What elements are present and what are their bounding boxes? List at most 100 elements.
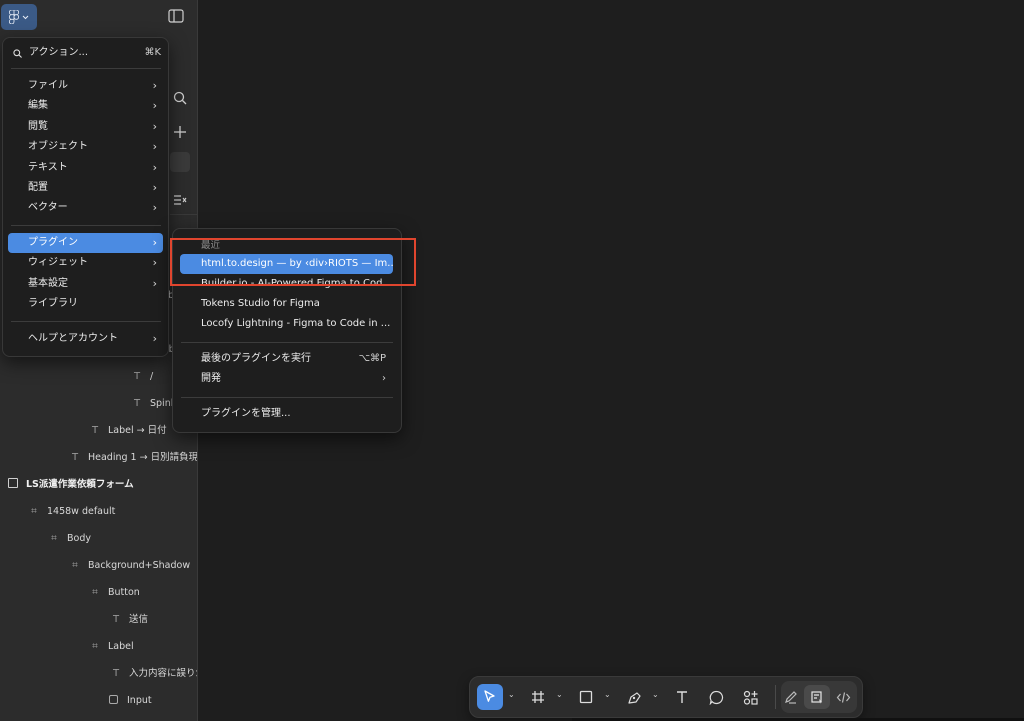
layer-item[interactable]: T Label → 日付 (88, 421, 167, 441)
layer-label: Input (127, 695, 152, 706)
actions-label: アクション... (29, 47, 89, 58)
layer-page-frame[interactable]: LS派遣作業依頼フォーム (8, 475, 134, 495)
chevron-right-icon: › (152, 120, 157, 133)
text-layer-icon: T (91, 425, 99, 436)
layer-item[interactable]: T Heading 1 → 日別請負現場 (68, 448, 198, 468)
run-last-plugin[interactable]: 最後のプラグインを実行 ⌥⌘P (180, 349, 393, 369)
text-layer-icon: T (112, 614, 120, 625)
manage-plugins[interactable]: プラグインを管理... (180, 404, 393, 424)
menu-item-object[interactable]: オブジェクト › (8, 137, 163, 157)
text-icon (677, 691, 687, 703)
menu-item-development[interactable]: 開発 › (180, 369, 393, 389)
menu-item-view[interactable]: 閲覧 › (8, 117, 163, 137)
layer-item[interactable]: T 入力内容に誤りがあ (109, 664, 197, 684)
actions-search[interactable]: アクション... ⌘K (13, 44, 161, 62)
chevron-down-icon[interactable]: ⌄ (604, 690, 611, 699)
frame-icon (8, 478, 18, 488)
chevron-down-icon[interactable]: ⌄ (556, 690, 563, 699)
chevron-right-icon: › (152, 201, 157, 214)
layer-label: Button (108, 587, 140, 598)
frame-hash-icon: ⌗ (51, 533, 57, 544)
layer-item[interactable]: T 送信 (109, 610, 148, 630)
search-icon[interactable] (173, 91, 187, 105)
chevron-down-icon[interactable]: ⌄ (508, 690, 515, 699)
layer-item[interactable]: T / (130, 367, 153, 387)
main-menu: アクション... ⌘K ファイル › 編集 › 閲覧 › オブジェクト › テキスト › … (2, 37, 169, 357)
frame-tool[interactable] (525, 684, 551, 710)
chevron-right-icon: › (152, 140, 157, 153)
plugin-item[interactable]: Locofy Lightning - Figma to Code in ... (180, 314, 393, 334)
menu-item-file[interactable]: ファイル › (8, 76, 163, 96)
menu-item-edit[interactable]: 編集 › (8, 96, 163, 116)
chevron-right-icon: › (152, 236, 157, 249)
layer-label: 送信 (129, 614, 149, 625)
chevron-down-icon[interactable]: ⌄ (652, 690, 659, 699)
chevron-right-icon: › (152, 332, 157, 345)
layer-item[interactable]: ⌗ Label (88, 637, 134, 657)
layer-item[interactable]: ⌗ Body (47, 529, 91, 549)
layer-label: Body (67, 533, 91, 544)
text-layer-icon: T (112, 668, 120, 679)
search-icon (13, 49, 22, 58)
chevron-right-icon: › (152, 161, 157, 174)
menu-item-help-account[interactable]: ヘルプとアカウント › (8, 329, 163, 349)
layer-label: Label → 日付 (108, 425, 167, 436)
layer-label: 入力内容に誤りがあ (129, 668, 197, 679)
chevron-right-icon: › (382, 373, 386, 384)
collapse-layers-icon[interactable] (173, 194, 187, 206)
layer-label: Background+Shadow (88, 560, 191, 571)
menu-item-text[interactable]: テキスト › (8, 158, 163, 178)
comment-icon (709, 690, 723, 705)
layer-label: Label (108, 641, 134, 652)
layer-item[interactable]: Input (109, 691, 152, 711)
code-icon (836, 691, 850, 703)
menu-item-plugins[interactable]: プラグイン › (8, 233, 163, 253)
text-tool[interactable] (669, 684, 695, 710)
menu-item-preferences[interactable]: 基本設定 › (8, 274, 163, 294)
shortcut-label: ⌘K (144, 47, 161, 58)
draw-mode[interactable] (779, 684, 803, 710)
menu-item-libraries[interactable]: ライブラリ (8, 294, 163, 314)
layer-item[interactable]: T Spinb (130, 394, 177, 414)
layer-label: Heading 1 → 日別請負現場 (88, 452, 198, 463)
text-layer-icon: T (133, 371, 141, 382)
comment-tool[interactable] (703, 684, 729, 710)
page-search-field[interactable] (170, 152, 190, 172)
bottom-toolbar: ⌄ ⌄ ⌄ ⌄ (469, 676, 863, 718)
menu-item-vector[interactable]: ベクター › (8, 198, 163, 218)
layer-item[interactable]: ⌗ 1458w default (27, 502, 115, 522)
dev-mode[interactable] (831, 684, 855, 710)
layer-item[interactable]: ⌗ Background+Shadow (68, 556, 190, 576)
shapes-icon (743, 690, 758, 705)
design-icon (811, 691, 822, 704)
layer-label: LS派遣作業依頼フォーム (26, 479, 134, 490)
chevron-right-icon: › (152, 277, 157, 290)
plugin-item[interactable]: Tokens Studio for Figma (180, 294, 393, 314)
add-page-icon[interactable] (174, 126, 186, 138)
frame-icon (532, 691, 544, 703)
shape-tool[interactable] (573, 684, 599, 710)
annotation-highlight-box (170, 238, 416, 286)
draw-icon (785, 691, 797, 704)
actions-tool[interactable] (737, 684, 763, 710)
pen-tool[interactable] (621, 684, 647, 710)
chevron-right-icon: › (152, 181, 157, 194)
layer-item[interactable]: ⌗ Button (88, 583, 140, 603)
sidebar-toggle-icon[interactable] (168, 9, 184, 23)
move-tool[interactable] (477, 684, 503, 710)
chevron-down-icon (22, 15, 29, 19)
main-menu-button[interactable] (1, 4, 37, 30)
cursor-icon (484, 690, 495, 702)
chevron-right-icon: › (152, 79, 157, 92)
layer-label: 1458w default (47, 506, 116, 517)
frame-hash-icon: ⌗ (72, 560, 78, 571)
rectangle-icon (109, 695, 118, 704)
menu-item-widgets[interactable]: ウィジェット › (8, 253, 163, 273)
chevron-right-icon: › (152, 99, 157, 112)
menu-item-arrange[interactable]: 配置 › (8, 178, 163, 198)
text-layer-icon: T (133, 398, 141, 409)
pen-icon (627, 691, 641, 704)
frame-hash-icon: ⌗ (31, 506, 37, 517)
design-mode[interactable] (805, 684, 829, 710)
rectangle-icon (579, 690, 593, 704)
